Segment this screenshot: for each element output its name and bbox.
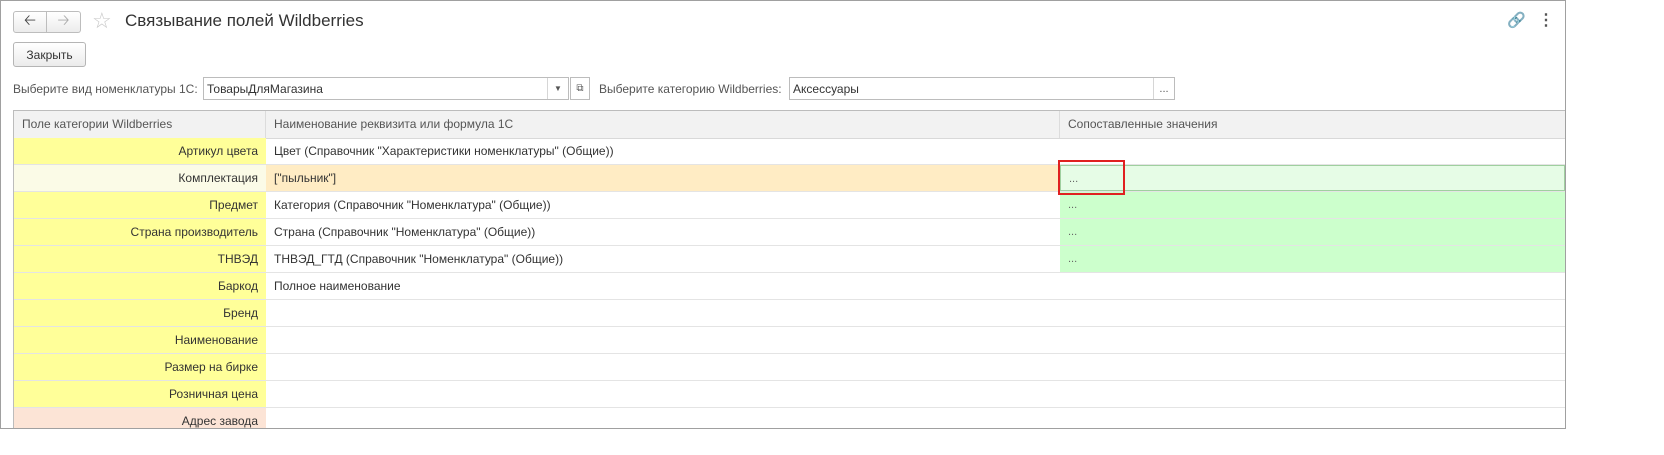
attribute-cell[interactable] xyxy=(266,354,1060,380)
mapped-values-cell[interactable] xyxy=(1060,408,1565,428)
wb-field-cell: Страна производитель xyxy=(14,219,266,245)
form-window: 🡠 🡢 ☆ Связывание полей Wildberries 🔗 ⋮ З… xyxy=(0,0,1566,429)
open-window-icon: ⧉ xyxy=(576,83,584,94)
wb-field-cell: Предмет xyxy=(14,192,266,218)
wb-field-cell: Бренд xyxy=(14,300,266,326)
dropdown-button[interactable]: ▼ xyxy=(547,78,568,99)
attribute-cell[interactable]: ТНВЭД_ГТД (Справочник "Номенклатура" (Об… xyxy=(266,246,1060,272)
category-input[interactable] xyxy=(793,81,1153,96)
column-header-attribute[interactable]: Наименование реквизита или формула 1С xyxy=(266,111,1060,138)
wb-field-cell: Баркод xyxy=(14,273,266,299)
open-button[interactable]: ⧉ xyxy=(570,77,590,100)
star-icon[interactable]: ☆ xyxy=(92,8,112,34)
table-header: Поле категории Wildberries Наименование … xyxy=(14,111,1565,139)
wb-field-cell: ТНВЭД xyxy=(14,246,266,272)
table-row[interactable]: Баркод Полное наименование xyxy=(14,273,1565,300)
link-icon[interactable]: 🔗 xyxy=(1507,11,1526,29)
column-header-mapped-values[interactable]: Сопоставленные значения xyxy=(1060,111,1565,138)
category-label: Выберите категорию Wildberries: xyxy=(599,82,782,96)
table-row[interactable]: ТНВЭД ТНВЭД_ГТД (Справочник "Номенклатур… xyxy=(14,246,1565,273)
table-row[interactable]: Наименование xyxy=(14,327,1565,354)
mapped-values-cell[interactable] xyxy=(1060,327,1565,353)
table-row[interactable]: Розничная цена xyxy=(14,381,1565,408)
arrow-right-icon: 🡢 xyxy=(57,11,70,29)
attribute-cell[interactable] xyxy=(266,327,1060,353)
nomenclature-type-label: Выберите вид номенклатуры 1С: xyxy=(13,82,198,96)
wb-field-cell: Артикул цвета xyxy=(14,138,266,164)
wb-field-cell: Размер на бирке xyxy=(14,354,266,380)
back-button[interactable]: 🡠 xyxy=(13,11,47,33)
page-title: Связывание полей Wildberries xyxy=(125,11,364,30)
table-row[interactable]: Бренд xyxy=(14,300,1565,327)
attribute-cell[interactable] xyxy=(266,381,1060,407)
mapped-values-cell[interactable] xyxy=(1060,381,1565,407)
table-row-selected[interactable]: Комплектация ["пыльник"] ... xyxy=(14,165,1565,192)
attribute-cell[interactable]: Полное наименование xyxy=(266,273,1060,299)
wb-field-cell: Адрес завода xyxy=(14,408,266,428)
attribute-cell[interactable] xyxy=(266,300,1060,326)
mapped-values-cell[interactable] xyxy=(1060,354,1565,380)
arrow-left-icon: 🡠 xyxy=(23,11,37,29)
mapped-values-cell[interactable] xyxy=(1060,273,1565,299)
table-row[interactable]: Страна производитель Страна (Справочник … xyxy=(14,219,1565,246)
column-header-wb-field[interactable]: Поле категории Wildberries xyxy=(14,111,266,138)
table-row[interactable]: Предмет Категория (Справочник "Номенклат… xyxy=(14,192,1565,219)
nomenclature-type-field[interactable]: ▼ xyxy=(203,77,569,100)
mapping-table[interactable]: Поле категории Wildberries Наименование … xyxy=(13,110,1565,428)
select-button[interactable]: ... xyxy=(1153,78,1174,99)
attribute-cell[interactable] xyxy=(266,408,1060,428)
wb-field-cell: Розничная цена xyxy=(14,381,266,407)
title-bar: 🡠 🡢 ☆ Связывание полей Wildberries 🔗 ⋮ xyxy=(1,1,1565,41)
table-row[interactable]: Артикул цвета Цвет (Справочник "Характер… xyxy=(14,138,1565,165)
close-button[interactable]: Закрыть xyxy=(13,42,86,67)
attribute-cell[interactable]: ["пыльник"] xyxy=(266,165,1060,191)
attribute-cell[interactable]: Цвет (Справочник "Характеристики номенкл… xyxy=(266,138,1060,164)
mapped-values-cell[interactable]: ... xyxy=(1060,165,1565,191)
more-vertical-icon[interactable]: ⋮ xyxy=(1538,10,1554,30)
attribute-cell[interactable]: Страна (Справочник "Номенклатура" (Общие… xyxy=(266,219,1060,245)
mapped-values-cell[interactable] xyxy=(1060,300,1565,326)
wb-field-cell: Наименование xyxy=(14,327,266,353)
category-field[interactable]: ... xyxy=(789,77,1175,100)
mapped-values-cell[interactable] xyxy=(1060,138,1565,164)
wb-field-cell: Комплектация xyxy=(14,165,266,191)
forward-button[interactable]: 🡢 xyxy=(47,11,81,33)
mapped-values-cell[interactable]: ... xyxy=(1060,192,1565,218)
attribute-cell[interactable]: Категория (Справочник "Номенклатура" (Об… xyxy=(266,192,1060,218)
chevron-down-icon: ▼ xyxy=(554,84,562,93)
mapped-values-cell[interactable]: ... xyxy=(1060,246,1565,272)
table-row[interactable]: Размер на бирке xyxy=(14,354,1565,381)
table-row[interactable]: Адрес завода xyxy=(14,408,1565,428)
nomenclature-type-input[interactable] xyxy=(207,81,547,96)
mapped-values-cell[interactable]: ... xyxy=(1060,219,1565,245)
